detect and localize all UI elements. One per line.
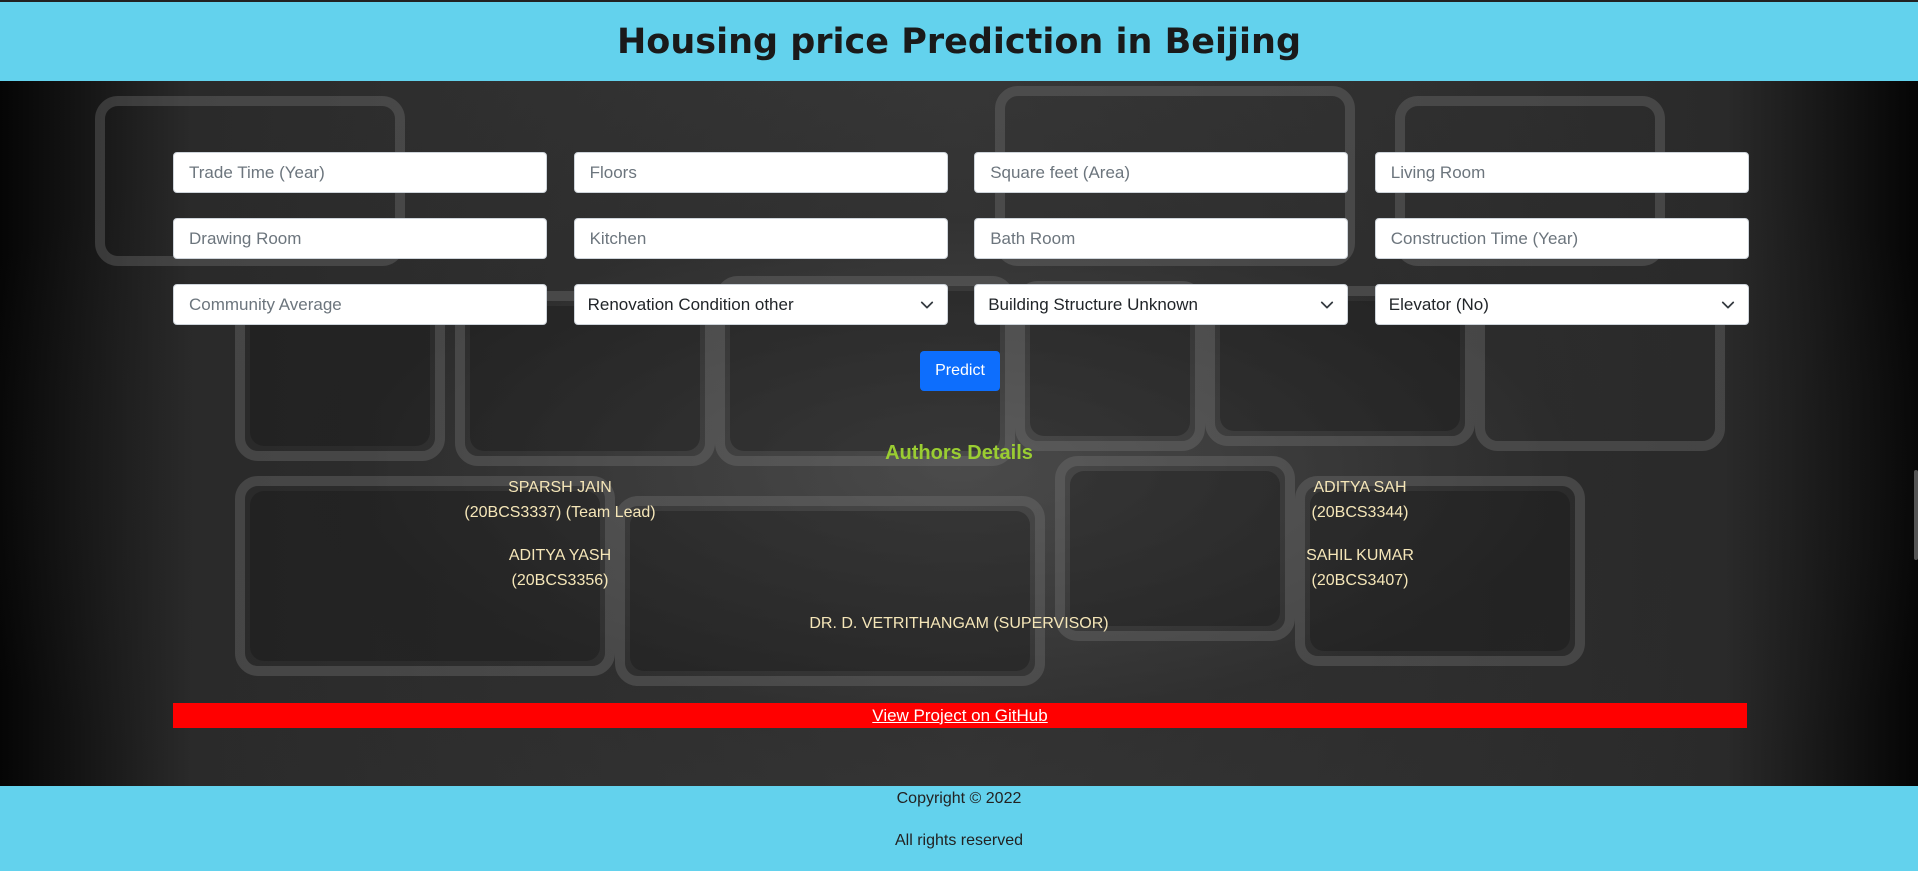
renovation-condition-select[interactable]: Renovation Condition other — [573, 284, 948, 325]
author-detail: (20BCS3344) — [1311, 504, 1409, 521]
community-average-field[interactable] — [173, 284, 547, 325]
floors-input[interactable] — [587, 161, 934, 184]
author-sahil-kumar: SAHIL KUMAR (20BCS3407) — [1210, 543, 1510, 593]
github-link[interactable]: View Project on GitHub — [872, 706, 1047, 726]
scrollbar[interactable] — [1914, 470, 1918, 560]
page-title: Housing price Prediction in Beijing — [616, 21, 1302, 62]
author-name: SAHIL KUMAR — [1306, 547, 1414, 564]
building-structure-select[interactable]: Building Structure Unknown — [974, 284, 1349, 325]
copyright-text: Copyright © 2022 — [896, 790, 1022, 807]
author-aditya-yash: ADITYA YASH (20BCS3356) — [410, 543, 710, 593]
authors-title: Authors Details — [885, 442, 1033, 464]
living-room-input[interactable] — [1388, 161, 1735, 184]
trade-time-field[interactable] — [173, 152, 547, 193]
bath-room-field[interactable] — [974, 218, 1349, 259]
author-detail: (20BCS3356) — [511, 572, 609, 589]
chevron-down-icon — [920, 301, 933, 308]
drawing-room-input[interactable] — [187, 227, 533, 250]
chevron-down-icon — [1321, 301, 1334, 308]
author-sparsh-jain: SPARSH JAIN (20BCS3337) (Team Lead) — [410, 475, 710, 525]
construction-time-field[interactable] — [1374, 218, 1749, 259]
building-structure-value: Building Structure Unknown — [988, 294, 1198, 314]
author-name: ADITYA YASH — [508, 547, 612, 564]
github-bar: View Project on GitHub — [173, 703, 1747, 728]
page-footer: Copyright © 2022 All rights reserved — [0, 786, 1918, 871]
supervisor-name: DR. D. VETRITHANGAM (SUPERVISOR) — [809, 615, 1109, 632]
author-detail: (20BCS3337) (Team Lead) — [464, 504, 656, 521]
main-content: Renovation Condition other Building Stru… — [0, 81, 1918, 786]
kitchen-input[interactable] — [587, 227, 934, 250]
author-name: SPARSH JAIN — [508, 479, 612, 496]
living-room-field[interactable] — [1374, 152, 1749, 193]
area-field[interactable] — [974, 152, 1349, 193]
prediction-form: Renovation Condition other Building Stru… — [173, 152, 1749, 325]
author-name: ADITYA SAH — [1313, 479, 1407, 496]
renovation-condition-value: Renovation Condition other — [587, 294, 794, 314]
elevator-value: Elevator (No) — [1388, 294, 1489, 314]
community-average-input[interactable] — [187, 293, 533, 316]
author-supervisor: DR. D. VETRITHANGAM (SUPERVISOR) — [759, 611, 1159, 636]
kitchen-field[interactable] — [573, 218, 948, 259]
area-input[interactable] — [988, 161, 1335, 184]
bath-room-input[interactable] — [988, 227, 1335, 250]
construction-time-input[interactable] — [1388, 227, 1735, 250]
predict-button[interactable]: Predict — [920, 351, 1000, 391]
rights-text: All rights reserved — [894, 832, 1024, 849]
floors-field[interactable] — [573, 152, 948, 193]
page-header: Housing price Prediction in Beijing — [0, 0, 1918, 81]
elevator-select[interactable]: Elevator (No) — [1374, 284, 1749, 325]
chevron-down-icon — [1721, 301, 1734, 308]
author-detail: (20BCS3407) — [1311, 572, 1409, 589]
trade-time-input[interactable] — [187, 161, 533, 184]
author-aditya-sah: ADITYA SAH (20BCS3344) — [1210, 475, 1510, 525]
drawing-room-field[interactable] — [173, 218, 547, 259]
